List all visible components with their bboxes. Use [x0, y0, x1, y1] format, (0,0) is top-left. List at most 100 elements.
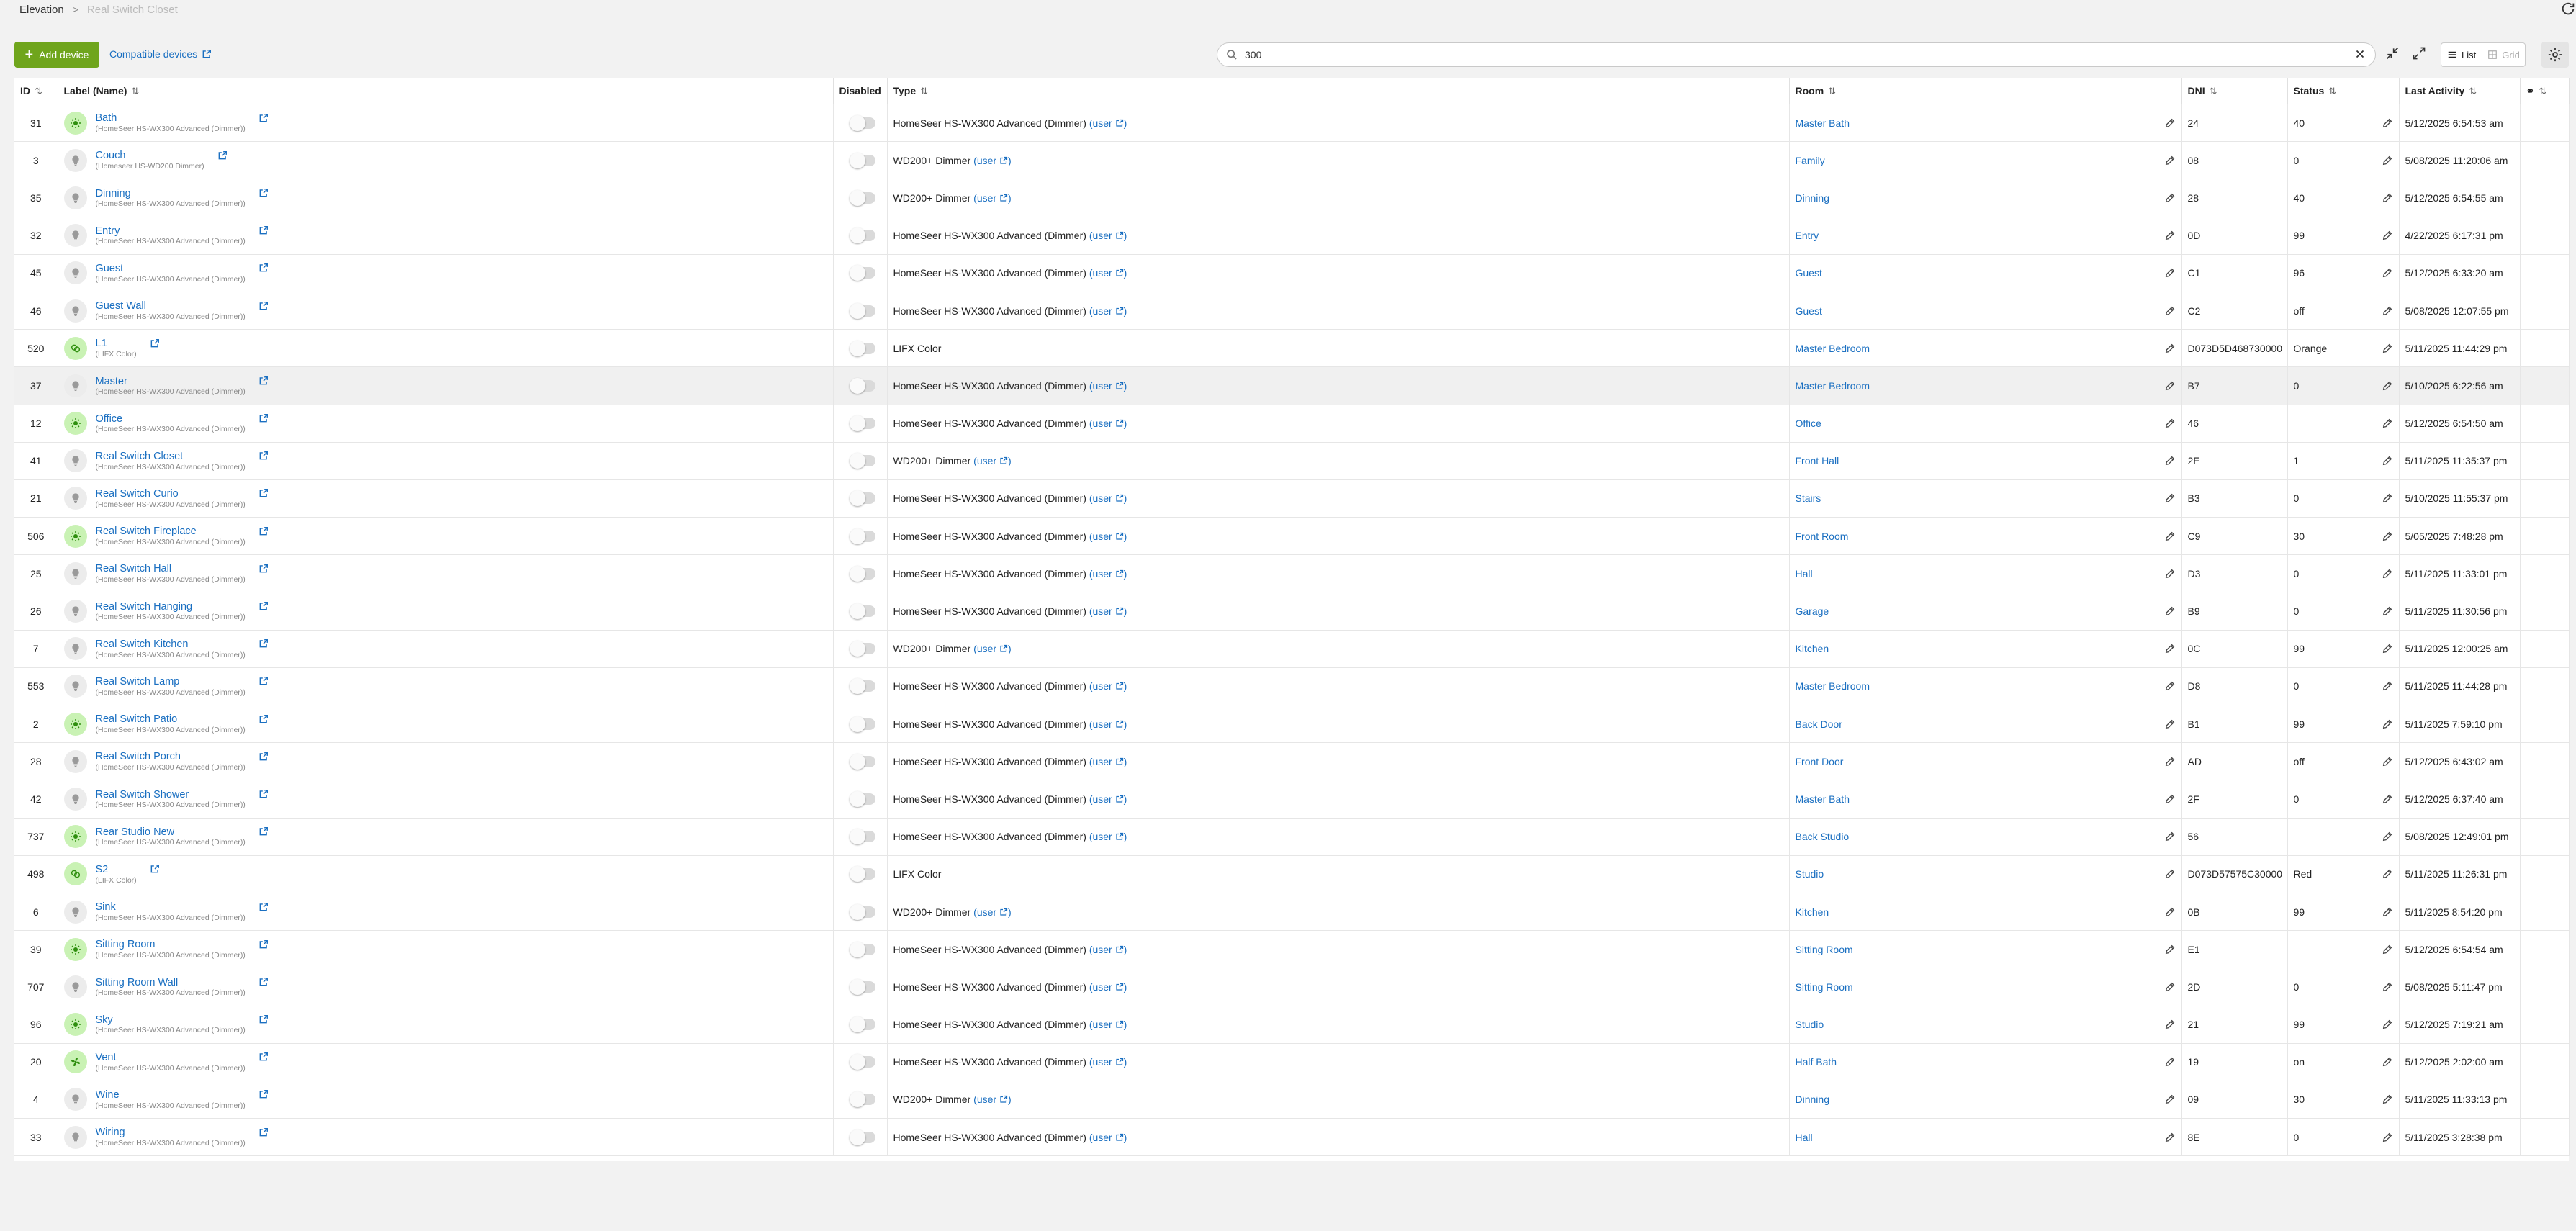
- edit-room-pencil-icon[interactable]: [2164, 531, 2176, 542]
- room-link[interactable]: Front Door: [1796, 756, 1844, 767]
- edit-room-pencil-icon[interactable]: [2164, 605, 2176, 617]
- bulb-icon[interactable]: [63, 186, 87, 209]
- edit-room-pencil-icon[interactable]: [2164, 267, 2176, 279]
- edit-room-pencil-icon[interactable]: [2164, 1056, 2176, 1068]
- user-driver-link[interactable]: (user ): [1089, 117, 1127, 129]
- user-driver-link[interactable]: (user ): [1089, 492, 1127, 504]
- disabled-toggle[interactable]: [849, 227, 875, 244]
- external-link-icon[interactable]: [258, 263, 269, 273]
- compatible-devices-link[interactable]: Compatible devices: [109, 48, 212, 60]
- bulb-icon[interactable]: [63, 562, 87, 585]
- edit-status-pencil-icon[interactable]: [2382, 117, 2393, 129]
- edit-status-pencil-icon[interactable]: [2382, 906, 2393, 918]
- device-label-link[interactable]: Real Switch Lamp: [96, 676, 246, 688]
- edit-status-pencil-icon[interactable]: [2382, 531, 2393, 542]
- disabled-toggle[interactable]: [849, 302, 875, 319]
- edit-room-pencil-icon[interactable]: [2164, 1132, 2176, 1143]
- device-label-link[interactable]: Vent: [96, 1052, 246, 1064]
- col-header-room[interactable]: Room ⇅: [1789, 78, 2182, 104]
- room-link[interactable]: Dinning: [1796, 1094, 1829, 1105]
- disabled-toggle[interactable]: [849, 114, 875, 131]
- disabled-toggle[interactable]: [849, 829, 875, 845]
- user-driver-link[interactable]: (user ): [1089, 1056, 1127, 1068]
- external-link-icon[interactable]: [258, 601, 269, 611]
- user-driver-link[interactable]: (user ): [1089, 531, 1127, 542]
- disabled-toggle[interactable]: [849, 152, 875, 168]
- search-input[interactable]: [1243, 48, 2326, 61]
- room-link[interactable]: Half Bath: [1796, 1056, 1837, 1068]
- disabled-toggle[interactable]: [849, 678, 875, 695]
- room-link[interactable]: Hall: [1796, 1132, 1813, 1143]
- sun-icon[interactable]: [63, 937, 87, 961]
- room-link[interactable]: Office: [1796, 418, 1821, 429]
- edit-status-pencil-icon[interactable]: [2382, 492, 2393, 504]
- external-link-icon[interactable]: [217, 150, 228, 161]
- edit-status-pencil-icon[interactable]: [2382, 718, 2393, 730]
- edit-room-pencil-icon[interactable]: [2164, 192, 2176, 204]
- external-link-icon[interactable]: [258, 113, 269, 123]
- device-label-link[interactable]: Real Switch Porch: [96, 751, 246, 763]
- user-driver-link[interactable]: (user ): [973, 643, 1011, 654]
- edit-room-pencil-icon[interactable]: [2164, 756, 2176, 767]
- user-driver-link[interactable]: (user ): [1089, 1132, 1127, 1143]
- breadcrumb-root[interactable]: Elevation: [19, 4, 64, 16]
- external-link-icon[interactable]: [258, 376, 269, 386]
- user-driver-link[interactable]: (user ): [1089, 568, 1127, 580]
- external-link-icon[interactable]: [258, 1089, 269, 1099]
- bulb-icon[interactable]: [63, 148, 87, 172]
- edit-status-pencil-icon[interactable]: [2382, 267, 2393, 279]
- device-label-link[interactable]: S2: [96, 864, 137, 876]
- edit-status-pencil-icon[interactable]: [2382, 192, 2393, 204]
- sun-icon[interactable]: [63, 111, 87, 135]
- edit-status-pencil-icon[interactable]: [2382, 343, 2393, 354]
- external-link-icon[interactable]: [258, 714, 269, 724]
- bulb-icon[interactable]: [63, 374, 87, 397]
- edit-room-pencil-icon[interactable]: [2164, 492, 2176, 504]
- user-driver-link[interactable]: (user ): [973, 192, 1011, 204]
- bulb-icon[interactable]: [63, 487, 87, 510]
- col-header-id[interactable]: ID ⇅: [14, 78, 58, 104]
- room-link[interactable]: Stairs: [1796, 492, 1821, 504]
- edit-status-pencil-icon[interactable]: [2382, 305, 2393, 317]
- edit-room-pencil-icon[interactable]: [2164, 380, 2176, 392]
- device-label-link[interactable]: Real Switch Closet: [96, 451, 246, 463]
- device-label-link[interactable]: L1: [96, 338, 137, 350]
- edit-room-pencil-icon[interactable]: [2164, 981, 2176, 993]
- room-link[interactable]: Family: [1796, 155, 1825, 166]
- disabled-toggle[interactable]: [849, 377, 875, 394]
- edit-status-pencil-icon[interactable]: [2382, 380, 2393, 392]
- disabled-toggle[interactable]: [849, 1091, 875, 1108]
- user-driver-link[interactable]: (user ): [1089, 230, 1127, 241]
- clear-search-icon[interactable]: [2354, 48, 2366, 60]
- room-link[interactable]: Studio: [1796, 868, 1824, 880]
- edit-room-pencil-icon[interactable]: [2164, 305, 2176, 317]
- room-link[interactable]: Kitchen: [1796, 643, 1829, 654]
- room-link[interactable]: Dinning: [1796, 192, 1829, 204]
- room-link[interactable]: Sitting Room: [1796, 944, 1853, 955]
- external-link-icon[interactable]: [258, 639, 269, 649]
- bulb-icon[interactable]: [63, 749, 87, 773]
- external-link-icon[interactable]: [258, 188, 269, 198]
- edit-room-pencil-icon[interactable]: [2164, 568, 2176, 580]
- user-driver-link[interactable]: (user ): [1089, 418, 1127, 429]
- bulb-icon[interactable]: [63, 449, 87, 473]
- col-header-link[interactable]: ⚭ ⇅: [2520, 78, 2570, 104]
- disabled-toggle[interactable]: [849, 753, 875, 770]
- edit-status-pencil-icon[interactable]: [2382, 455, 2393, 466]
- disabled-toggle[interactable]: [849, 265, 875, 281]
- disabled-toggle[interactable]: [849, 528, 875, 544]
- room-link[interactable]: Master Bedroom: [1796, 343, 1870, 354]
- disabled-toggle[interactable]: [849, 941, 875, 957]
- edit-room-pencil-icon[interactable]: [2164, 944, 2176, 955]
- add-device-button[interactable]: + Add device: [14, 42, 99, 68]
- disabled-toggle[interactable]: [849, 790, 875, 807]
- edit-room-pencil-icon[interactable]: [2164, 230, 2176, 241]
- view-list-button[interactable]: List: [2441, 43, 2482, 66]
- bulb-icon[interactable]: [63, 600, 87, 623]
- bulb-icon[interactable]: [63, 675, 87, 698]
- disabled-toggle[interactable]: [849, 641, 875, 657]
- edit-status-pencil-icon[interactable]: [2382, 1019, 2393, 1030]
- user-driver-link[interactable]: (user ): [1089, 944, 1127, 955]
- device-label-link[interactable]: Real Switch Curio: [96, 488, 246, 500]
- user-driver-link[interactable]: (user ): [1089, 718, 1127, 730]
